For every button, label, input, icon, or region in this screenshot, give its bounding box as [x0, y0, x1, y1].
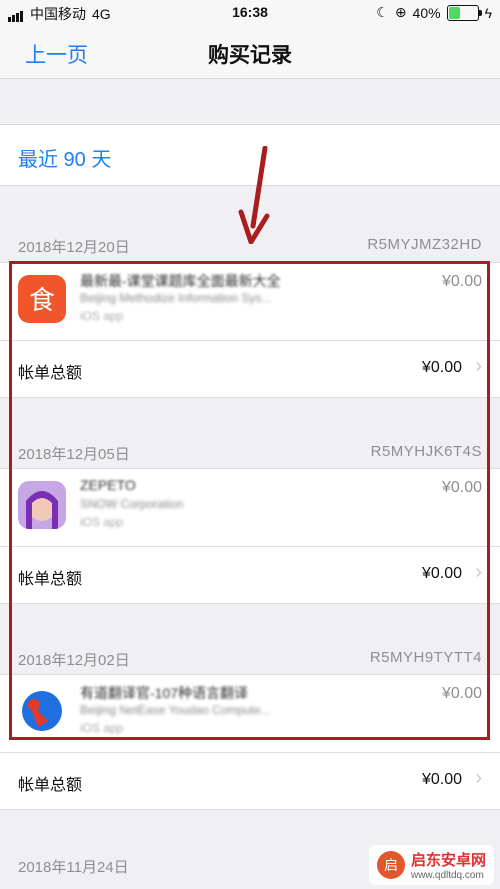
app-developer: SNOW Corporation: [80, 497, 184, 511]
page-title: 购买记录: [208, 44, 292, 67]
section-header: 2018年12月02日 R5MYH9TYTT4: [0, 639, 500, 675]
order-id: R5MYJMZ32HD: [367, 236, 482, 253]
bill-total-label: 帐单总额: [18, 571, 83, 588]
app-developer: Beijing NetEase Youdao Compute...: [80, 703, 271, 717]
watermark-url: www.qdltdq.com: [410, 870, 484, 881]
rotation-lock-icon: ⊕: [394, 4, 407, 20]
bill-total-row[interactable]: 帐单总额 ¥0.00 ›: [0, 340, 500, 398]
battery-percent: 40%: [412, 4, 441, 21]
svg-text:食: 食: [29, 286, 55, 316]
chevron-right-icon: ›: [475, 561, 482, 583]
bill-total-row[interactable]: 帐单总额 ¥0.00 ›: [0, 752, 500, 810]
app-platform: iOS app: [80, 309, 124, 323]
purchase-date: 2018年12月05日: [18, 446, 130, 463]
section-header: 2018年12月05日 R5MYHJK6T4S: [0, 433, 500, 469]
purchase-item[interactable]: 有道翻译官-107种语言翻译 Beijing NetEase Youdao Co…: [0, 674, 500, 753]
order-id: R5MYH9TYTT4: [369, 649, 482, 666]
bill-total-label: 帐单总额: [18, 365, 83, 382]
item-price: ¥0.00: [441, 479, 482, 496]
bill-total-label: 帐单总额: [18, 777, 83, 794]
purchase-date: 2018年11月24日: [18, 859, 129, 876]
watermark: 启 启东安卓网 www.qdltdq.com: [368, 845, 494, 885]
date-filter-label[interactable]: 最近 90 天: [18, 143, 111, 172]
item-price: ¥0.00: [441, 685, 482, 702]
watermark-name: 启东安卓网: [410, 852, 486, 869]
section-header: 2018年12月20日 R5MYJMZ32HD: [0, 226, 500, 262]
watermark-logo-icon: 启: [376, 851, 405, 879]
item-price: ¥0.00: [441, 273, 482, 290]
date-filter-row[interactable]: 最近 90 天: [0, 124, 500, 186]
battery-icon: [446, 4, 482, 21]
chevron-right-icon: ›: [475, 767, 482, 789]
app-name: 最新最-课堂课题库全面最新大全: [80, 273, 281, 289]
order-id: R5MYHJK6T4S: [370, 443, 482, 460]
app-name: 有道翻译官-107种语言翻译: [80, 685, 249, 701]
moon-icon: ☾: [376, 4, 389, 20]
status-bar: 中国移动 4G 16:38 ☾ ⊕ 40% ϟ: [0, 0, 500, 26]
navigation-bar: 上一页 购买记录: [0, 26, 500, 79]
app-platform: iOS app: [80, 721, 124, 735]
bill-total-amount: ¥0.00: [421, 565, 462, 582]
avatar-app-icon: [18, 481, 66, 529]
purchase-item[interactable]: ZEPETO SNOW Corporation iOS app ¥0.00: [0, 468, 500, 547]
translate-app-icon: [18, 687, 66, 735]
book-app-icon: 食: [18, 275, 66, 323]
app-platform: iOS app: [80, 515, 124, 529]
bill-total-row[interactable]: 帐单总额 ¥0.00 ›: [0, 546, 500, 604]
app-developer: Beijing Methodize Information Sys...: [80, 291, 272, 305]
purchase-date: 2018年12月20日: [18, 239, 130, 256]
charging-icon: ϟ: [484, 4, 492, 21]
purchase-item[interactable]: 食 最新最-课堂课题库全面最新大全 Beijing Methodize Info…: [0, 262, 500, 341]
app-name: ZEPETO: [80, 477, 136, 493]
chevron-right-icon: ›: [475, 355, 482, 377]
bill-total-amount: ¥0.00: [421, 771, 462, 788]
bill-total-amount: ¥0.00: [421, 359, 462, 376]
purchase-date: 2018年12月02日: [18, 652, 130, 669]
